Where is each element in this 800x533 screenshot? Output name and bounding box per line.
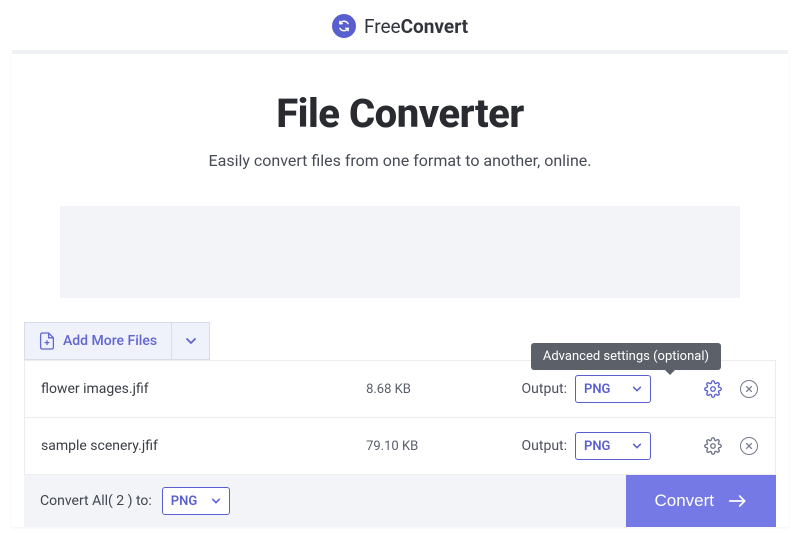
close-icon xyxy=(740,437,758,455)
remove-file-button[interactable] xyxy=(739,379,759,399)
output-format-select[interactable]: PNG xyxy=(575,375,651,403)
file-list: flower images.jfif 8.68 KB Output: PNG A… xyxy=(24,360,776,475)
file-size: 79.10 KB xyxy=(366,439,521,454)
add-more-files-group: Add More Files xyxy=(24,322,210,360)
logo-icon xyxy=(332,14,356,38)
file-size: 8.68 KB xyxy=(366,382,521,397)
add-more-files-button[interactable]: Add More Files xyxy=(25,323,171,359)
page-subtitle: Easily convert files from one format to … xyxy=(32,151,768,170)
file-row: sample scenery.jfif 79.10 KB Output: PNG xyxy=(25,418,775,474)
gear-icon[interactable] xyxy=(703,436,723,456)
convert-button-label: Convert xyxy=(654,491,714,511)
close-icon xyxy=(740,380,758,398)
file-name: sample scenery.jfif xyxy=(41,438,366,454)
main-card: File Converter Easily convert files from… xyxy=(12,54,788,527)
footer-bar: Convert All( 2 ) to: PNG Convert xyxy=(24,475,776,527)
convert-all-format-value: PNG xyxy=(171,494,197,509)
output-label: Output: xyxy=(522,381,567,397)
output-format-select[interactable]: PNG xyxy=(575,432,651,460)
convert-button[interactable]: Convert xyxy=(626,475,776,527)
output-format-value: PNG xyxy=(584,382,610,397)
gear-icon[interactable]: Advanced settings (optional) xyxy=(703,379,723,399)
output-label: Output: xyxy=(522,438,567,454)
convert-all-label: Convert All( 2 ) to: xyxy=(40,493,152,509)
output-format-value: PNG xyxy=(584,439,610,454)
logo-text: FreeConvert xyxy=(364,15,468,38)
page-title: File Converter xyxy=(32,90,768,137)
tooltip: Advanced settings (optional) xyxy=(531,343,721,370)
header: FreeConvert xyxy=(0,0,800,50)
ad-placeholder xyxy=(60,206,740,298)
file-row: flower images.jfif 8.68 KB Output: PNG A… xyxy=(25,361,775,418)
convert-all-group: Convert All( 2 ) to: PNG xyxy=(24,487,230,515)
add-more-files-dropdown[interactable] xyxy=(171,323,209,359)
remove-file-button[interactable] xyxy=(739,436,759,456)
convert-all-format-select[interactable]: PNG xyxy=(162,487,230,515)
add-more-files-label: Add More Files xyxy=(63,333,157,349)
file-name: flower images.jfif xyxy=(41,381,366,397)
